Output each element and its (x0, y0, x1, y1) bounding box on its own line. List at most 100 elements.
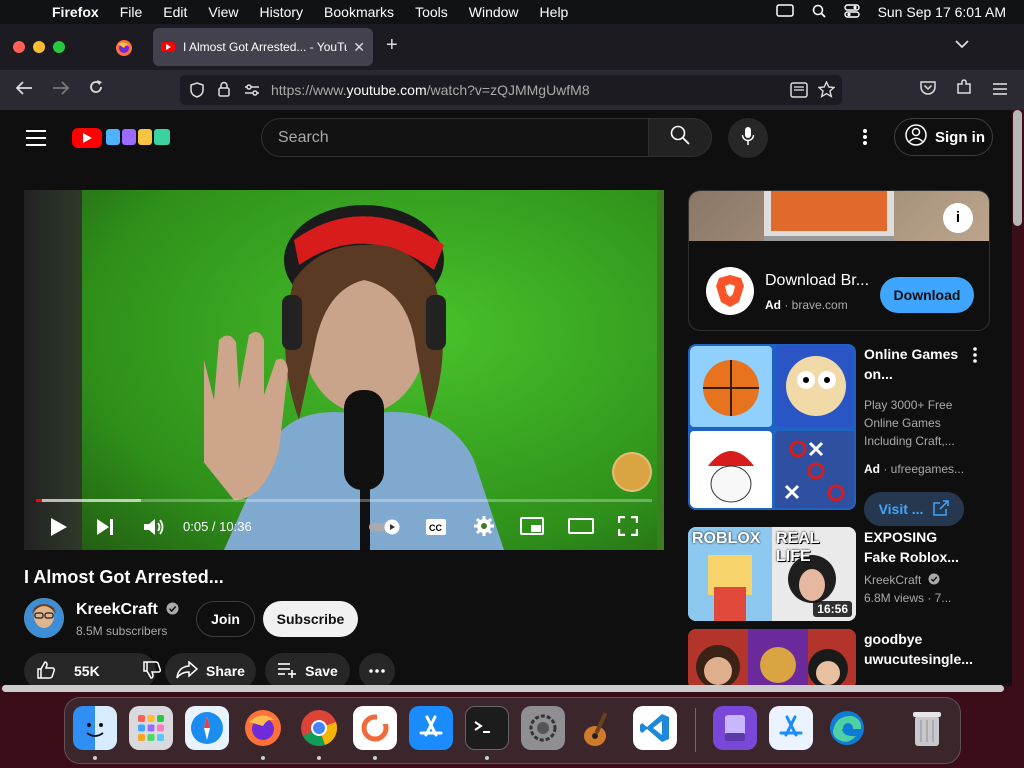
video-duration-badge: 16:56 (813, 601, 852, 617)
minimize-window-button[interactable] (33, 41, 45, 53)
edge-icon[interactable] (825, 706, 869, 750)
forward-arrow-icon[interactable] (52, 79, 70, 100)
miniplayer-icon[interactable] (520, 517, 544, 540)
tab-active[interactable]: I Almost Got Arrested... - YouTube ✕ (153, 28, 373, 66)
vscode-icon[interactable] (633, 706, 677, 750)
settings-gear-icon[interactable] (473, 515, 495, 542)
finder-icon[interactable] (73, 706, 117, 750)
menu-view[interactable]: View (208, 4, 238, 20)
search-input[interactable]: Search (261, 118, 649, 157)
retcon-app-icon[interactable] (353, 706, 397, 750)
volume-icon[interactable] (143, 517, 165, 542)
lock-icon[interactable] (218, 81, 230, 100)
video-player[interactable]: 0:05 / 10:36 CC (24, 190, 664, 550)
xcode-instruments-icon[interactable] (769, 706, 813, 750)
save-button[interactable]: Save (265, 653, 350, 686)
menu-window[interactable]: Window (469, 4, 519, 20)
close-tab-icon[interactable]: ✕ (353, 39, 365, 56)
list-all-tabs-icon[interactable] (955, 36, 969, 52)
firefox-pinned-tab-icon[interactable] (114, 38, 138, 58)
ad-visit-button[interactable]: Visit ... (864, 492, 964, 526)
channel-avatar[interactable] (24, 598, 64, 638)
ad-rec-title[interactable]: Online Games on... (864, 344, 984, 384)
fullscreen-icon[interactable] (617, 515, 639, 541)
reader-view-icon[interactable] (790, 82, 808, 101)
ad-download-button[interactable]: Download (880, 277, 974, 313)
chrome-icon[interactable] (297, 706, 341, 750)
video-rec-title[interactable]: EXPOSING Fake Roblox... (864, 527, 984, 567)
url-bar[interactable]: https://www.youtube.com/watch?v=zQJMMgUw… (180, 75, 842, 105)
subtitles-cc-icon[interactable]: CC (425, 518, 447, 541)
menubar-clock[interactable]: Sun Sep 17 6:01 AM (878, 4, 1006, 20)
back-arrow-icon[interactable] (15, 79, 33, 100)
app-store-icon[interactable] (409, 706, 453, 750)
next-icon[interactable] (96, 518, 116, 541)
bookmark-star-icon[interactable] (817, 80, 836, 101)
disk-utility-icon[interactable] (713, 706, 757, 750)
control-center-icon[interactable] (843, 3, 860, 21)
tracking-protection-shield-icon[interactable] (190, 82, 204, 101)
more-options-icon[interactable] (973, 347, 977, 368)
firefox-icon[interactable] (241, 706, 285, 750)
ad-card[interactable]: i Download Br... Ad · brave.com Download (688, 190, 990, 331)
trash-icon[interactable] (905, 706, 949, 750)
search-button[interactable] (648, 118, 712, 157)
recommendation-ad[interactable]: Online Games on... Play 3000+ Free Online … (688, 344, 998, 526)
channel-name[interactable]: KreekCraft (76, 601, 179, 620)
share-button[interactable]: Share (165, 653, 256, 686)
info-icon[interactable]: i (943, 203, 973, 233)
settings-kebab-icon[interactable] (862, 128, 868, 152)
menu-file[interactable]: File (120, 4, 143, 20)
menu-bookmarks[interactable]: Bookmarks (324, 4, 394, 20)
menu-app-name[interactable]: Firefox (52, 4, 99, 20)
menu-help[interactable]: Help (540, 4, 569, 20)
recommendation-video[interactable]: ROBLOX REAL LIFE 16:56 EXPOSING Fake Robl… (688, 527, 998, 621)
close-window-button[interactable] (13, 41, 25, 53)
youtube-logo-icon[interactable] (72, 128, 102, 148)
horizontal-scrollbar[interactable] (2, 685, 1004, 692)
video-rec-title[interactable]: goodbye uwucutesingle... (864, 629, 984, 669)
voice-search-button[interactable] (728, 118, 768, 158)
video-thumbnail[interactable]: ROBLOX REAL LIFE 16:56 (688, 527, 856, 621)
launchpad-icon[interactable] (129, 706, 173, 750)
reload-icon[interactable] (88, 79, 104, 100)
menu-history[interactable]: History (259, 4, 303, 20)
recommendation-video[interactable]: goodbye uwucutesingle... (688, 629, 998, 686)
like-icon[interactable] (36, 660, 56, 683)
video-rec-meta: 6.8M views · 7... (864, 591, 952, 605)
system-settings-icon[interactable] (521, 706, 565, 750)
permissions-icon[interactable] (244, 83, 260, 100)
theater-mode-icon[interactable] (568, 518, 594, 539)
play-icon[interactable] (50, 517, 68, 542)
menu-tools[interactable]: Tools (415, 4, 448, 20)
ad-thumbnail[interactable] (688, 344, 856, 510)
terminal-icon[interactable] (465, 706, 509, 750)
sign-in-button[interactable]: Sign in (894, 118, 993, 156)
new-tab-icon[interactable]: + (386, 34, 398, 57)
channel-watermark-avatar[interactable] (612, 452, 652, 492)
video-thumbnail[interactable] (688, 629, 856, 686)
video-rec-channel[interactable]: KreekCraft (864, 571, 984, 590)
like-count[interactable]: 55K (74, 663, 100, 679)
youtube-doodle-logo[interactable] (106, 127, 172, 152)
garageband-icon[interactable] (577, 706, 621, 750)
dislike-icon[interactable] (142, 660, 162, 683)
autoplay-toggle-icon[interactable] (368, 519, 404, 540)
more-actions-icon[interactable] (359, 653, 395, 686)
vertical-scrollbar[interactable] (1013, 110, 1022, 226)
screen-mirroring-icon[interactable] (775, 3, 794, 21)
zoom-window-button[interactable] (53, 41, 65, 53)
spotlight-search-icon[interactable] (812, 4, 826, 21)
guide-menu-icon[interactable] (26, 130, 46, 146)
pocket-icon[interactable] (920, 79, 936, 100)
extensions-icon[interactable] (956, 79, 972, 100)
menu-edit[interactable]: Edit (163, 4, 187, 20)
verified-check-icon (166, 602, 179, 620)
app-menu-hamburger-icon[interactable] (992, 79, 1008, 100)
subscribe-button[interactable]: Subscribe (263, 601, 358, 637)
url-text[interactable]: https://www.youtube.com/watch?v=zQJMMgUw… (271, 82, 590, 98)
safari-icon[interactable] (185, 706, 229, 750)
ad-title[interactable]: Download Br... (765, 272, 869, 290)
progress-bar[interactable] (36, 499, 652, 502)
join-button[interactable]: Join (196, 601, 255, 637)
